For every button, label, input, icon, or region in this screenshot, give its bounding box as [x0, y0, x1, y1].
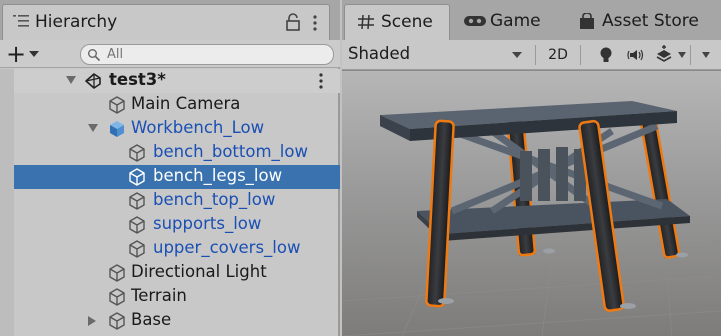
- gameobject-cube-icon: [129, 168, 145, 186]
- tab-hierarchy[interactable]: Hierarchy: [2, 4, 330, 40]
- search-input[interactable]: [107, 45, 327, 64]
- gameobject-cube-icon: [109, 288, 125, 306]
- hierarchy-item[interactable]: upper_covers_low: [14, 237, 340, 261]
- hierarchy-search[interactable]: [80, 44, 334, 65]
- gameobject-cube-icon: [129, 144, 145, 162]
- foldout-open-icon[interactable]: [66, 76, 76, 84]
- effects-layers-icon[interactable]: [654, 45, 674, 65]
- scene-toolbar: Shaded 2D: [342, 40, 721, 70]
- plus-icon: +: [6, 40, 27, 68]
- tab-asset-store[interactable]: Asset Store: [570, 4, 721, 40]
- hierarchy-toolbar: +: [0, 40, 340, 68]
- hierarchy-panel: Hierarchy + All test3* Main Camera Workb…: [0, 0, 340, 336]
- hierarchy-item-label: Directional Light: [131, 262, 267, 281]
- hierarchy-item-label: Base: [131, 310, 172, 329]
- hierarchy-gutter: [0, 69, 14, 336]
- gameobject-cube-icon: [129, 192, 145, 210]
- grid-hash-icon: [358, 14, 374, 30]
- hierarchy-item-label: Main Camera: [131, 94, 241, 113]
- scene-panel: Scene Game Asset Store Shaded 2D: [342, 0, 721, 336]
- unity-scene-icon: [85, 73, 101, 89]
- shading-mode-dropdown[interactable]: Shaded: [342, 40, 532, 70]
- hierarchy-item-label: upper_covers_low: [153, 238, 301, 257]
- hierarchy-list-icon: [13, 15, 29, 27]
- hierarchy-item-label: supports_low: [153, 214, 262, 233]
- scene-menu-icon[interactable]: [319, 73, 323, 89]
- scene-tab-bar: Scene Game Asset Store: [342, 0, 721, 40]
- gameobject-cube-icon: [109, 96, 125, 114]
- hierarchy-item-label: bench_legs_low: [153, 166, 283, 185]
- chevron-down-icon[interactable]: [702, 52, 710, 58]
- hierarchy-item[interactable]: Base: [14, 309, 340, 333]
- tab-scene[interactable]: Scene: [344, 4, 450, 40]
- chevron-down-icon[interactable]: [678, 52, 686, 58]
- foldout-open-icon[interactable]: [88, 124, 98, 132]
- hierarchy-title: Hierarchy: [35, 12, 118, 32]
- hierarchy-tab-bar: Hierarchy: [0, 0, 340, 40]
- gameobject-cube-icon: [109, 312, 125, 330]
- tab-label: Asset Store: [602, 11, 699, 31]
- audio-speaker-icon[interactable]: [626, 45, 646, 65]
- hierarchy-item-label: bench_bottom_low: [153, 142, 308, 161]
- hierarchy-item[interactable]: bench_bottom_low: [14, 141, 340, 165]
- toolbar-divider: [580, 45, 581, 65]
- hierarchy-item-selected[interactable]: bench_legs_low: [14, 165, 340, 189]
- hierarchy-item-label: Terrain: [131, 286, 187, 305]
- gameobject-cube-icon: [129, 240, 145, 258]
- toolbar-divider: [690, 45, 691, 65]
- tab-game[interactable]: Game: [454, 4, 564, 40]
- search-icon: [88, 49, 101, 62]
- hierarchy-item[interactable]: supports_low: [14, 213, 340, 237]
- hierarchy-item[interactable]: Directional Light: [14, 261, 340, 285]
- lock-icon[interactable]: [286, 13, 300, 31]
- hierarchy-item[interactable]: bench_top_low: [14, 189, 340, 213]
- chevron-down-icon: [29, 51, 39, 57]
- scene-viewport[interactable]: [342, 71, 721, 336]
- scene-render: [342, 71, 721, 336]
- scene-row-test3[interactable]: test3*: [14, 69, 340, 93]
- chevron-down-icon: [512, 52, 522, 58]
- hierarchy-item-label: bench_top_low: [153, 190, 276, 209]
- hierarchy-item-label: Workbench_Low: [131, 118, 265, 137]
- tab-menu-icon[interactable]: [313, 15, 317, 31]
- hierarchy-item[interactable]: Main Camera: [14, 93, 340, 117]
- toolbar-divider: [535, 45, 536, 65]
- tab-label: Scene: [381, 12, 433, 32]
- create-object-button[interactable]: +: [4, 40, 48, 68]
- gameobject-cube-icon: [109, 264, 125, 282]
- tab-label: Game: [490, 11, 541, 31]
- shading-mode-value: Shaded: [348, 44, 411, 63]
- lighting-bulb-icon[interactable]: [596, 45, 616, 65]
- hierarchy-item[interactable]: Workbench_Low: [14, 117, 340, 141]
- prefab-cube-icon: [110, 121, 124, 137]
- toggle-2d-button[interactable]: 2D: [540, 43, 576, 67]
- gameobject-cube-icon: [129, 216, 145, 234]
- scene-name-label: test3*: [109, 70, 166, 89]
- hierarchy-item[interactable]: Terrain: [14, 285, 340, 309]
- shopping-bag-icon: [580, 13, 594, 29]
- foldout-closed-icon[interactable]: [88, 316, 96, 326]
- gamepad-icon: [464, 16, 486, 26]
